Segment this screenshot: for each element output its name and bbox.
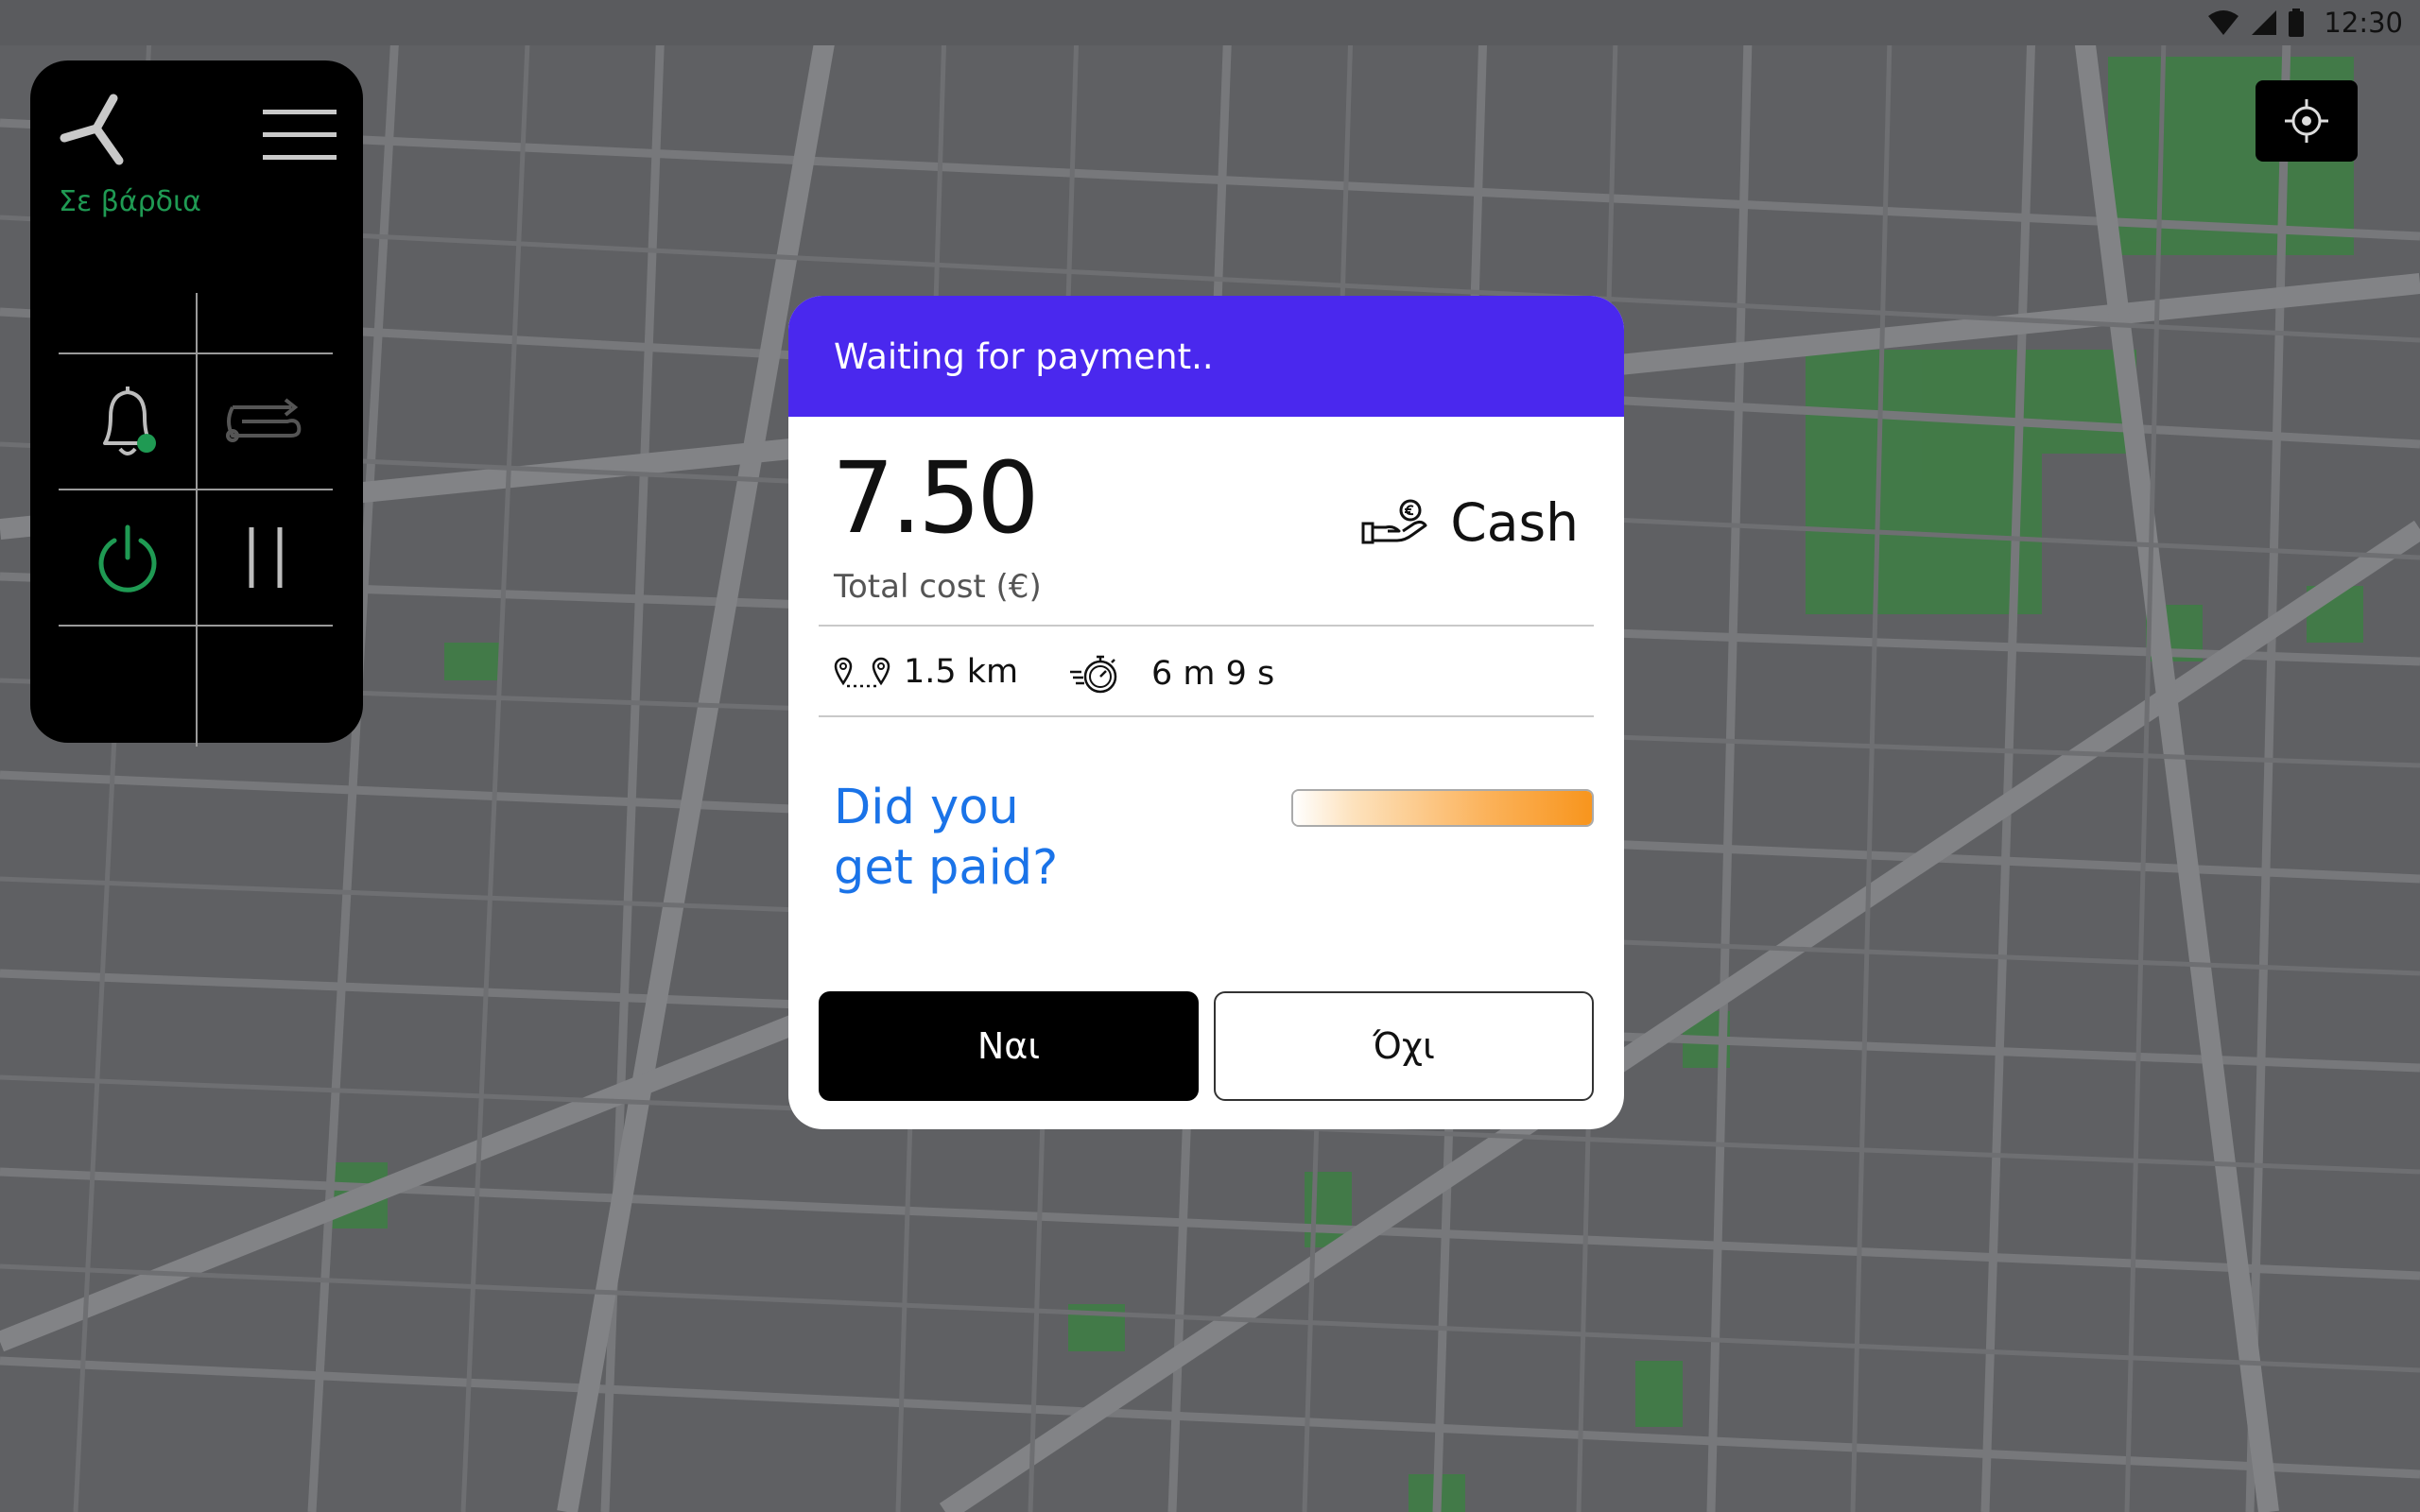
grid-divider xyxy=(59,625,333,627)
power-icon xyxy=(98,524,156,593)
pause-icon xyxy=(249,527,282,588)
bell-icon xyxy=(102,387,156,455)
countdown-progress-fill xyxy=(1293,791,1592,825)
crosshair-icon xyxy=(2285,99,2328,143)
wifi-icon xyxy=(2208,10,2239,35)
logo-icon xyxy=(60,94,124,165)
cash-hand-icon xyxy=(1361,499,1427,544)
power-button[interactable] xyxy=(59,490,196,625)
duration-value: 6 m 9 s xyxy=(1151,655,1275,693)
distance-value: 1.5 km xyxy=(904,653,1019,691)
status-bar: 12:30 xyxy=(0,0,2420,45)
shift-status: Σε βάρδια xyxy=(59,185,201,218)
status-time: 12:30 xyxy=(2324,7,2403,39)
notifications-button[interactable] xyxy=(59,354,196,489)
dialog-header: Waiting for payment.. xyxy=(788,296,1624,417)
payment-question-line: get paid? xyxy=(834,840,1059,896)
payment-question: Did you get paid? xyxy=(834,778,1058,899)
payment-question-line: Did you xyxy=(834,780,1019,835)
route-pins-icon xyxy=(834,657,890,688)
route-icon xyxy=(225,398,301,442)
signal-icon xyxy=(2252,10,2277,35)
payment-method-label: Cash xyxy=(1450,492,1579,553)
yes-button[interactable]: Ναι xyxy=(819,991,1199,1101)
side-panel: Σε βάρδια xyxy=(30,60,363,747)
payment-dialog: Waiting for payment.. 7.50 Total cost (€… xyxy=(788,296,1624,1129)
pause-button[interactable] xyxy=(198,490,333,625)
divider xyxy=(819,715,1594,717)
menu-icon[interactable] xyxy=(257,98,342,174)
payment-method: Cash xyxy=(1361,492,1579,553)
trip-duration: 6 m 9 s xyxy=(1068,653,1274,695)
no-button[interactable]: Όχι xyxy=(1214,991,1594,1101)
stopwatch-icon xyxy=(1070,655,1117,694)
total-cost-value: 7.50 xyxy=(832,440,1040,556)
trip-distance: 1.5 km xyxy=(834,653,1018,691)
routes-button[interactable] xyxy=(198,354,333,489)
divider xyxy=(819,625,1594,627)
countdown-progress-bar xyxy=(1291,789,1594,827)
locate-button[interactable] xyxy=(2256,80,2358,162)
battery-icon xyxy=(2289,9,2305,37)
total-cost-label: Total cost (€) xyxy=(834,568,1042,606)
